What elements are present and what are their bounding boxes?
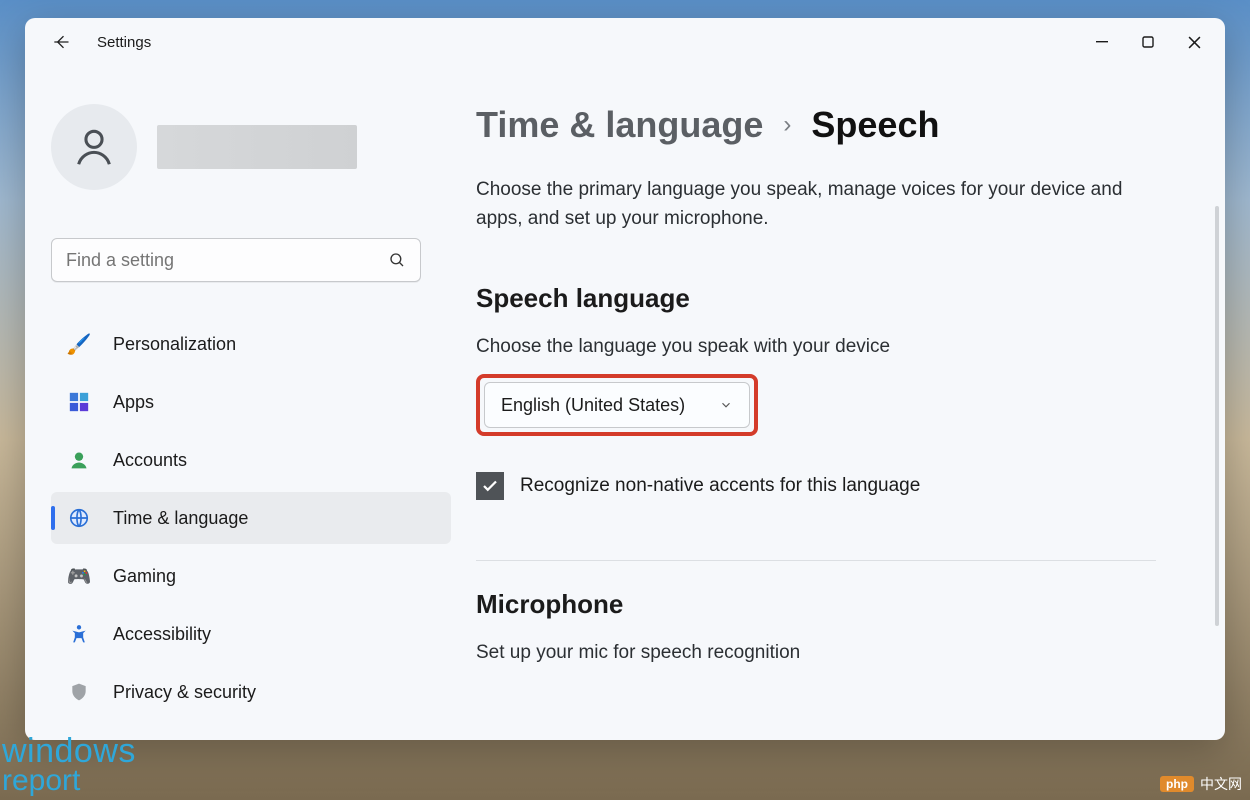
section-divider — [476, 560, 1156, 561]
user-icon — [71, 124, 117, 170]
minimize-button[interactable] — [1079, 22, 1125, 62]
annotation-highlight: English (United States) — [476, 374, 758, 436]
apps-icon — [67, 390, 91, 414]
nav-list: 🖌️ Personalization Apps Accounts — [51, 318, 454, 718]
maximize-icon — [1142, 36, 1154, 48]
sidebar-item-gaming[interactable]: 🎮 Gaming — [51, 550, 451, 602]
back-button[interactable] — [41, 22, 81, 62]
shield-icon — [67, 680, 91, 704]
sidebar-item-label: Personalization — [113, 334, 236, 355]
profile-name-redacted — [157, 125, 357, 169]
chevron-right-icon: › — [783, 111, 791, 139]
window-controls — [1079, 22, 1217, 62]
sidebar-item-label: Time & language — [113, 508, 248, 529]
search-icon — [388, 251, 406, 269]
breadcrumb-parent[interactable]: Time & language — [476, 104, 763, 146]
speech-language-heading: Speech language — [476, 283, 1201, 314]
titlebar: Settings — [25, 18, 1225, 66]
page-description: Choose the primary language you speak, m… — [476, 176, 1146, 233]
watermark-php-cn: php 中文网 — [1160, 774, 1242, 794]
gamepad-icon: 🎮 — [67, 564, 91, 588]
breadcrumb-current: Speech — [811, 104, 939, 146]
annotation-arrow — [470, 732, 606, 740]
sidebar-item-label: Gaming — [113, 566, 176, 587]
sidebar-item-label: Accessibility — [113, 624, 211, 645]
chevron-down-icon — [719, 398, 733, 412]
sidebar-item-personalization[interactable]: 🖌️ Personalization — [51, 318, 451, 370]
sidebar-item-accessibility[interactable]: Accessibility — [51, 608, 451, 660]
app-title: Settings — [97, 34, 151, 51]
recognize-accents-checkbox[interactable] — [476, 472, 504, 500]
accessibility-icon — [67, 622, 91, 646]
scrollbar[interactable] — [1215, 206, 1219, 626]
recognize-accents-label: Recognize non-native accents for this la… — [520, 475, 920, 497]
microphone-heading: Microphone — [476, 589, 1201, 620]
maximize-button[interactable] — [1125, 22, 1171, 62]
sidebar-item-apps[interactable]: Apps — [51, 376, 451, 428]
close-button[interactable] — [1171, 22, 1217, 62]
profile-block[interactable] — [51, 104, 454, 190]
search-input[interactable] — [66, 250, 388, 271]
sidebar-item-label: Accounts — [113, 450, 187, 471]
sidebar-item-time-language[interactable]: Time & language — [51, 492, 451, 544]
sidebar-item-privacy-security[interactable]: Privacy & security — [51, 666, 451, 718]
sidebar: 🖌️ Personalization Apps Accounts — [25, 66, 470, 740]
globe-clock-icon — [67, 506, 91, 530]
recognize-accents-row[interactable]: Recognize non-native accents for this la… — [476, 472, 1201, 500]
breadcrumb: Time & language › Speech — [476, 104, 1201, 146]
speech-language-dropdown[interactable]: English (United States) — [484, 382, 750, 428]
dropdown-value: English (United States) — [501, 395, 685, 416]
close-icon — [1188, 36, 1201, 49]
avatar — [51, 104, 137, 190]
search-box[interactable] — [51, 238, 421, 282]
content-area: Time & language › Speech Choose the prim… — [470, 66, 1225, 740]
sidebar-item-label: Privacy & security — [113, 682, 256, 703]
arrow-left-icon — [51, 32, 71, 52]
choose-language-label: Choose the language you speak with your … — [476, 336, 1201, 358]
settings-window: Settings — [25, 18, 1225, 740]
person-icon — [67, 448, 91, 472]
brush-icon: 🖌️ — [67, 332, 91, 356]
mic-setup-label: Set up your mic for speech recognition — [476, 642, 1201, 664]
check-icon — [481, 477, 499, 495]
minimize-icon — [1096, 36, 1108, 48]
sidebar-item-accounts[interactable]: Accounts — [51, 434, 451, 486]
sidebar-item-label: Apps — [113, 392, 154, 413]
watermark-windows-report: windows report — [2, 736, 136, 794]
